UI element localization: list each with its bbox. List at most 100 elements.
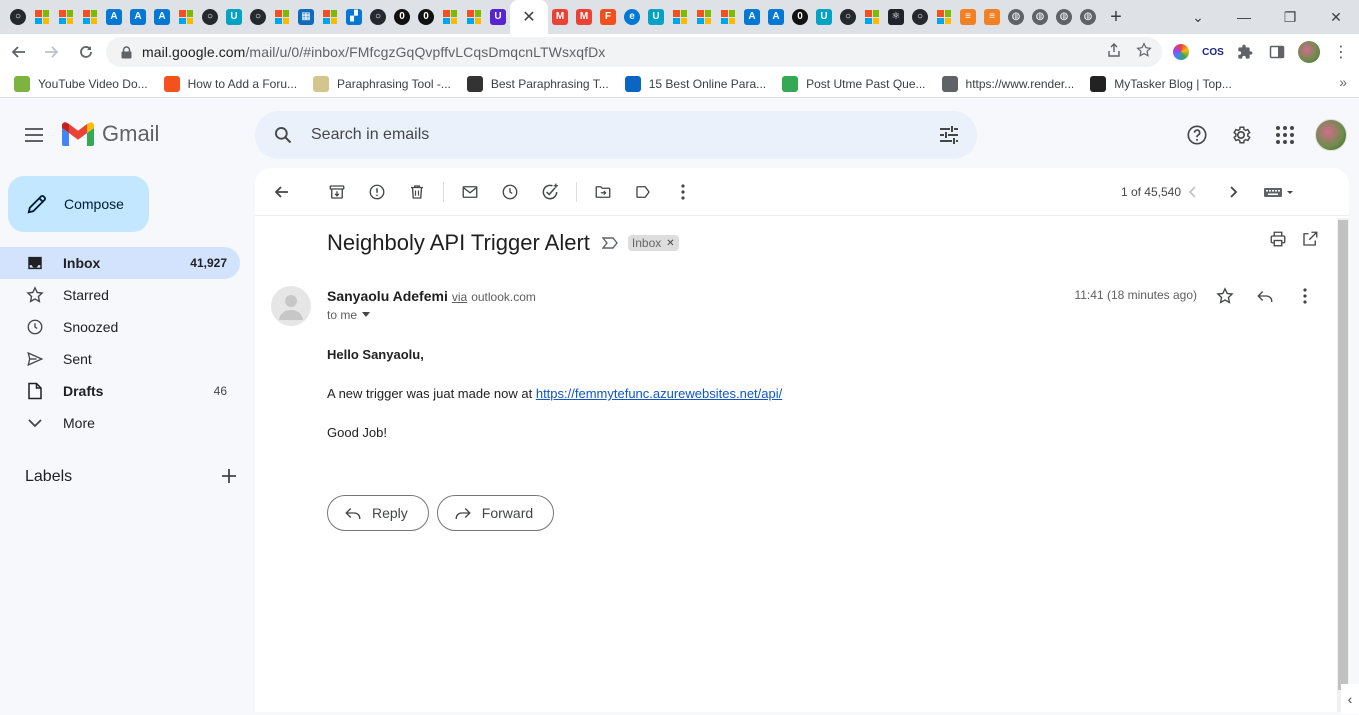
gmail-logo[interactable]: Gmail — [62, 121, 159, 147]
open-in-new-window-icon[interactable] — [1301, 230, 1319, 251]
pinned-tab[interactable]: 0 — [414, 0, 438, 34]
pinned-tab[interactable]: U — [812, 0, 836, 34]
pinned-tab[interactable]: ○ — [908, 0, 932, 34]
archive-icon[interactable] — [317, 172, 357, 212]
pinned-tab[interactable]: e — [620, 0, 644, 34]
pinned-tab[interactable] — [716, 0, 740, 34]
sidebar-item-drafts[interactable]: Drafts 46 — [0, 375, 240, 407]
pinned-tab[interactable]: U — [644, 0, 668, 34]
sidebar-item-more[interactable]: More — [0, 407, 240, 439]
side-panel-toggle-chevron-icon[interactable]: ‹ — [1341, 684, 1359, 714]
reply-button[interactable]: Reply — [327, 495, 429, 531]
share-icon[interactable] — [1106, 42, 1122, 62]
pinned-tab[interactable] — [54, 0, 78, 34]
forward-button[interactable]: Forward — [436, 495, 555, 531]
cos-extension-icon[interactable]: COS — [1202, 41, 1224, 63]
pinned-tab[interactable]: ▞ — [342, 0, 366, 34]
mark-unread-envelope-icon[interactable] — [450, 172, 490, 212]
bookmark-item[interactable]: YouTube Video Do... — [14, 75, 148, 92]
pinned-tab[interactable]: ▦ — [294, 0, 318, 34]
restore-button[interactable]: ❐ — [1267, 0, 1313, 34]
pinned-tab[interactable]: ⚛ — [884, 0, 908, 34]
api-link[interactable]: https://femmytefunc.azurewebsites.net/ap… — [536, 386, 782, 401]
pinned-tab[interactable] — [860, 0, 884, 34]
help-icon[interactable] — [1175, 113, 1219, 157]
pinned-tab[interactable] — [174, 0, 198, 34]
back-button[interactable] — [2, 36, 34, 68]
bookmark-item[interactable]: 15 Best Online Para... — [624, 75, 766, 92]
sender-name[interactable]: Sanyaolu Adefemi — [327, 288, 448, 304]
settings-gear-icon[interactable] — [1219, 113, 1263, 157]
sidebar-item-inbox[interactable]: Inbox 41,927 — [0, 247, 240, 279]
delete-trash-icon[interactable] — [397, 172, 437, 212]
apps-grid-icon[interactable] — [1263, 113, 1307, 157]
main-menu-icon[interactable] — [22, 123, 46, 147]
sidebar-item-sent[interactable]: Sent — [0, 343, 240, 375]
close-window-button[interactable]: ✕ — [1313, 0, 1359, 34]
search-icon[interactable] — [255, 111, 311, 159]
address-bar[interactable]: mail.google.com/mail/u/0/#inbox/FMfcgzGq… — [106, 37, 1162, 67]
scrollbar-thumb[interactable] — [1338, 220, 1348, 690]
importance-marker-icon[interactable] — [601, 234, 620, 252]
reload-button[interactable] — [70, 36, 102, 68]
pinned-tab[interactable]: ◍ — [1076, 0, 1100, 34]
lock-icon[interactable] — [120, 45, 132, 58]
pinned-tab[interactable]: ○ — [198, 0, 222, 34]
move-to-folder-icon[interactable] — [583, 172, 623, 212]
tab-search-icon[interactable]: ⌄ — [1175, 0, 1221, 34]
pinned-tab[interactable]: 0 — [390, 0, 414, 34]
chrome-menu-icon[interactable]: ⋮ — [1330, 41, 1352, 63]
pinned-tab[interactable] — [932, 0, 956, 34]
search-input[interactable] — [311, 126, 891, 144]
bookmark-item[interactable]: Best Paraphrasing T... — [466, 75, 609, 92]
profile-avatar[interactable] — [1298, 41, 1320, 63]
bookmarks-overflow-icon[interactable]: » — [1339, 74, 1347, 90]
pinned-tab[interactable]: ○ — [246, 0, 270, 34]
inbox-label-chip[interactable]: Inbox ✕ — [627, 235, 679, 251]
pinned-tab[interactable]: 0 — [788, 0, 812, 34]
snooze-clock-icon[interactable] — [490, 172, 530, 212]
newer-chevron-left-icon[interactable] — [1173, 172, 1213, 212]
star-icon[interactable] — [1211, 282, 1239, 310]
add-to-tasks-icon[interactable] — [530, 172, 570, 212]
label-tag-icon[interactable] — [623, 172, 663, 212]
new-tab-button[interactable]: + — [1102, 0, 1130, 34]
pinned-tab[interactable] — [318, 0, 342, 34]
reply-icon[interactable] — [1251, 282, 1279, 310]
pinned-tab[interactable]: A — [740, 0, 764, 34]
bookmark-item[interactable]: MyTasker Blog | Top... — [1090, 75, 1232, 92]
bookmark-item[interactable]: https://www.render... — [941, 75, 1074, 92]
search-options-icon[interactable] — [937, 123, 961, 147]
active-tab-close-button[interactable]: ✕ — [510, 0, 548, 34]
pinned-tab[interactable]: ○ — [366, 0, 390, 34]
bookmark-item[interactable]: Post Utme Past Que... — [782, 75, 926, 92]
pinned-tab[interactable] — [462, 0, 486, 34]
pinned-tab[interactable]: U — [486, 0, 510, 34]
minimize-button[interactable]: — — [1221, 0, 1267, 34]
remove-label-close-icon[interactable]: ✕ — [666, 238, 674, 249]
older-chevron-right-icon[interactable] — [1213, 172, 1253, 212]
side-panel-icon[interactable] — [1266, 41, 1288, 63]
pinned-tab[interactable] — [692, 0, 716, 34]
pinned-tab[interactable]: ◍ — [1028, 0, 1052, 34]
message-more-icon[interactable] — [1291, 282, 1319, 310]
pinned-tab[interactable]: U — [222, 0, 246, 34]
back-to-inbox-icon[interactable] — [261, 172, 301, 212]
color-wheel-extension-icon[interactable] — [1170, 41, 1192, 63]
pinned-tab[interactable] — [270, 0, 294, 34]
forward-button[interactable] — [36, 36, 68, 68]
bookmark-item[interactable]: Paraphrasing Tool -... — [313, 75, 451, 92]
more-options-icon[interactable] — [663, 172, 703, 212]
pinned-tab[interactable]: ≡ — [956, 0, 980, 34]
create-label-plus-icon[interactable] — [221, 468, 237, 487]
compose-button[interactable]: Compose — [8, 176, 149, 232]
print-icon[interactable] — [1269, 230, 1287, 251]
report-spam-icon[interactable] — [357, 172, 397, 212]
pinned-tab[interactable]: A — [764, 0, 788, 34]
extensions-puzzle-icon[interactable] — [1234, 41, 1256, 63]
pinned-tab[interactable] — [438, 0, 462, 34]
pinned-tab[interactable]: A — [102, 0, 126, 34]
pinned-tab[interactable]: ○ — [6, 0, 30, 34]
sender-avatar[interactable] — [271, 286, 311, 326]
pinned-tab[interactable]: ◍ — [1004, 0, 1028, 34]
